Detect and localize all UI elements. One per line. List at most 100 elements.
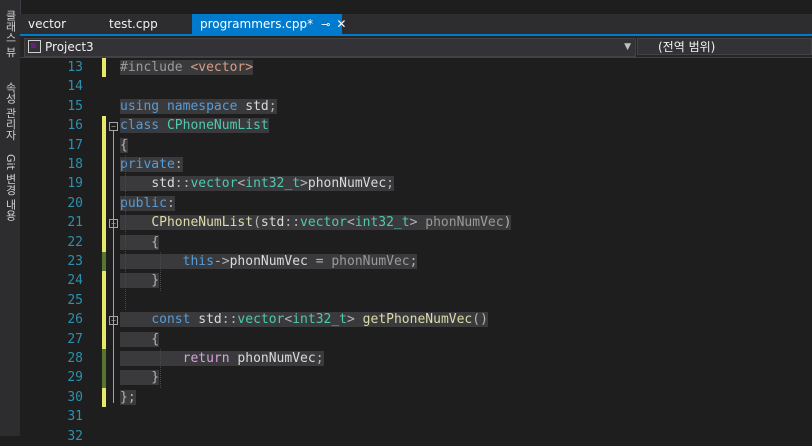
indent-guide (160, 349, 161, 388)
tab-test-cpp[interactable]: test.cpp (101, 14, 166, 34)
code-line[interactable]: using namespace std; (120, 97, 277, 116)
change-marker (102, 232, 106, 252)
code-token: int32_t (245, 176, 301, 192)
line-number: 24 (67, 273, 83, 289)
code-token: -> (213, 254, 230, 269)
side-tab-git-changes[interactable]: Git 변경 내용 (1, 154, 19, 221)
tab-programmers-cpp[interactable]: programmers.cpp* ⊸ ✕ (192, 14, 346, 35)
code-token: using (120, 98, 160, 114)
line-number: 18 (67, 157, 83, 172)
side-tab-property-manager[interactable]: 속성 관리자 (1, 82, 19, 141)
code-token: vector (190, 176, 238, 192)
line-number: 29 (67, 370, 83, 386)
change-marker (102, 387, 106, 408)
change-marker (102, 174, 106, 194)
project-icon (28, 40, 41, 53)
code-token: () (472, 312, 488, 328)
code-token: ; (268, 98, 277, 114)
change-marker (102, 252, 106, 272)
code-line[interactable]: const std::vector<int32_t> getPhoneNumVe… (120, 310, 488, 329)
code-token: > (347, 312, 363, 328)
indent-guide (125, 155, 126, 311)
project-name: Project3 (45, 40, 94, 54)
side-tab-class-view[interactable]: 클래스 뷰 (1, 10, 19, 58)
code-token: <vector> (190, 60, 254, 75)
fold-guide (113, 131, 114, 403)
code-token: : (174, 157, 183, 172)
line-number: 31 (67, 409, 83, 425)
code-token: ) (503, 215, 512, 231)
project-dropdown[interactable]: Project3 ▼ (24, 38, 636, 57)
code-token: { (120, 331, 160, 347)
code-token: > (409, 215, 426, 231)
code-token: > (300, 176, 308, 192)
code-token: std (198, 312, 222, 328)
close-icon[interactable]: ✕ (336, 14, 346, 34)
code-token: namespace (166, 98, 238, 114)
code-token: :: (284, 215, 301, 231)
code-token: CPhoneNumList (151, 215, 254, 231)
code-token: this (182, 254, 214, 269)
line-number: 32 (67, 428, 83, 444)
code-token: ( (253, 215, 261, 231)
line-number: 19 (67, 176, 83, 192)
change-marker (102, 368, 106, 388)
code-line[interactable]: return phonNumVec; (120, 349, 324, 368)
change-marker (102, 290, 106, 311)
line-number: 16 (67, 118, 83, 134)
code-line[interactable]: #include <vector> (120, 58, 254, 77)
code-token: int32_t (292, 312, 348, 328)
change-marker (102, 329, 106, 349)
code-token: = (307, 254, 332, 269)
change-marker (102, 271, 106, 291)
code-token: { (120, 137, 128, 153)
tab-label: programmers.cpp* (200, 17, 314, 31)
code-token: std (260, 215, 285, 231)
collapse-icon[interactable]: − (109, 122, 118, 132)
change-marker (102, 349, 106, 369)
code-line[interactable]: { (120, 330, 160, 349)
tab-vector[interactable]: vector (20, 14, 74, 34)
change-marker (102, 155, 106, 175)
line-number: 25 (67, 292, 83, 308)
line-number: 28 (67, 351, 83, 366)
change-marker (102, 135, 106, 155)
code-token: phonNumVec (425, 215, 504, 231)
code-line[interactable]: public: (120, 194, 175, 213)
code-token: ; (386, 176, 394, 192)
code-line[interactable]: this->phonNumVec = phonNumVec; (120, 252, 418, 271)
code-line[interactable]: class CPhoneNumList (120, 116, 269, 135)
tab-label: test.cpp (109, 17, 158, 31)
line-number: 20 (67, 195, 83, 211)
scope-label: (전역 범위) (658, 40, 716, 54)
code-token: :: (174, 176, 191, 192)
code-token: int32_t (354, 215, 410, 231)
line-number: 22 (67, 234, 83, 250)
code-token: < (347, 215, 355, 231)
code-token: : (166, 195, 175, 211)
line-number: 30 (67, 389, 83, 405)
code-token: vector (237, 312, 285, 328)
code-token: } (120, 370, 160, 386)
code-line[interactable]: CPhoneNumList(std::vector<int32_t> phonN… (120, 213, 512, 232)
line-number: 14 (67, 79, 83, 95)
code-line[interactable]: private: (120, 155, 183, 174)
pin-icon[interactable]: ⊸ (321, 15, 330, 35)
code-token: ; (315, 351, 324, 366)
code-token: std (151, 176, 175, 192)
change-marker (102, 58, 106, 78)
code-token: phonNumVec (229, 254, 308, 269)
code-token: CPhoneNumList (166, 118, 269, 134)
change-marker (102, 193, 106, 214)
code-line[interactable]: }; (120, 388, 136, 407)
code-token: return (182, 351, 230, 366)
code-line[interactable]: std::vector<int32_t>phonNumVec; (120, 174, 394, 193)
code-line[interactable]: } (120, 368, 160, 387)
scope-dropdown[interactable]: (전역 범위) (637, 38, 812, 55)
code-line[interactable]: { (120, 136, 128, 155)
